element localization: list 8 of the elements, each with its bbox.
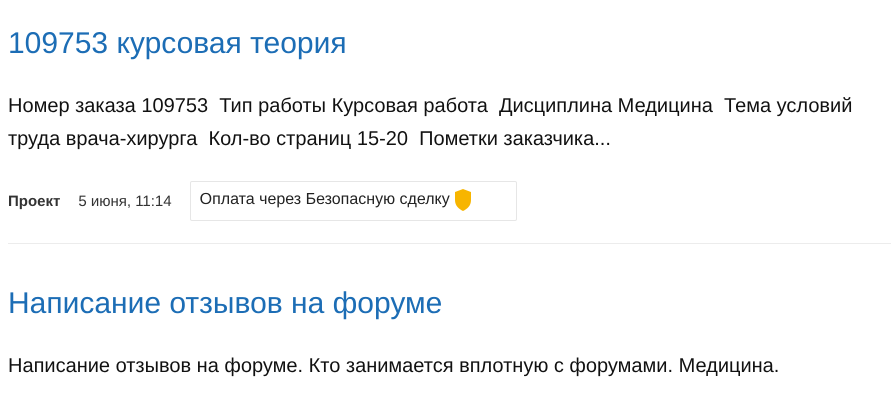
order-date: 5 июня, 11:14 (78, 192, 172, 210)
order-description: Номер заказа 109753 Тип работы Курсовая работа Дисциплина Медицина Тема условий труда врача-хирурга Кол-во страниц 15-20 Пометки заказчика... (8, 94, 854, 152)
payment-badge: Оплата через Безопасную сделку (190, 181, 517, 221)
order-title[interactable]: Написание отзывов на форуме (8, 284, 891, 324)
order-title[interactable]: 109753 курсовая теория (8, 24, 891, 64)
order-description: Написание отзывов на форуме. Кто занимается вплотную с форумами. Медицина. (8, 354, 780, 379)
order-type: Проект (8, 192, 60, 210)
shield-icon (454, 188, 472, 212)
